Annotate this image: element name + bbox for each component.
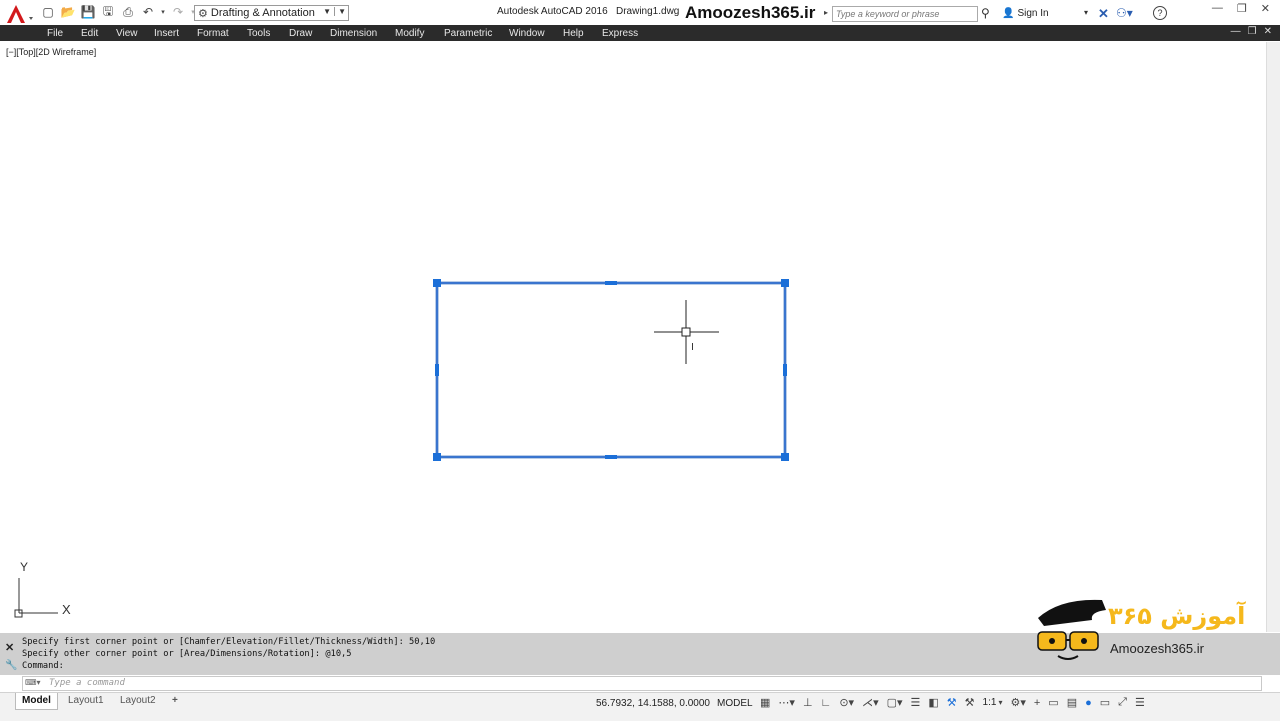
- close-icon[interactable]: ✕: [1261, 2, 1270, 15]
- scale-dropdown-icon[interactable]: ▾: [998, 698, 1002, 707]
- vertical-scrollbar[interactable]: [1266, 42, 1280, 632]
- binoculars-icon[interactable]: ⚲: [981, 6, 990, 20]
- command-close-icon[interactable]: ✕: [5, 641, 14, 654]
- redo-icon[interactable]: ↷: [170, 4, 186, 20]
- document-title: Drawing1.dwg: [616, 6, 680, 17]
- menu-insert[interactable]: Insert: [154, 28, 179, 39]
- infer-constraints-icon[interactable]: ⊥: [803, 696, 813, 709]
- menu-edit[interactable]: Edit: [81, 28, 98, 39]
- doc-close-icon[interactable]: ✕: [1264, 26, 1272, 37]
- sign-in-dropdown-icon[interactable]: ▾: [1084, 8, 1088, 17]
- drawing-canvas[interactable]: [3, 42, 1267, 632]
- osnap-icon[interactable]: ▢▾: [887, 696, 903, 709]
- plot-icon[interactable]: ⎙: [120, 4, 136, 20]
- command-history: Specify first corner point or [Chamfer/E…: [22, 636, 435, 672]
- tab-layout1[interactable]: Layout1: [62, 693, 110, 709]
- menu-window[interactable]: Window: [509, 28, 545, 39]
- app-title: Autodesk AutoCAD 2016: [497, 6, 608, 17]
- units-icon[interactable]: ▭: [1048, 696, 1058, 709]
- a360-icon[interactable]: ⚇▾: [1116, 6, 1133, 20]
- workspace-dropdown[interactable]: ⚙ Drafting & Annotation ▼ ▼: [194, 5, 349, 21]
- minimize-icon[interactable]: —: [1212, 2, 1223, 15]
- chevron-down-icon: ▼: [323, 7, 331, 16]
- gear-icon: ⚙: [198, 7, 208, 20]
- command-input[interactable]: Type a command: [22, 676, 1262, 691]
- hardware-acceleration-icon[interactable]: ▭: [1100, 696, 1110, 709]
- menu-draw[interactable]: Draw: [289, 28, 312, 39]
- viewport-controls[interactable]: [−][Top][2D Wireframe]: [6, 47, 96, 57]
- command-prompt-icon[interactable]: ⌨▾: [25, 678, 41, 687]
- save-icon[interactable]: 💾: [80, 4, 96, 20]
- customization-icon[interactable]: ☰: [1135, 696, 1145, 709]
- sign-in-label: Sign In: [1017, 8, 1049, 19]
- clean-screen-icon[interactable]: ⤢: [1118, 696, 1127, 709]
- menu-dimension[interactable]: Dimension: [330, 28, 377, 39]
- sign-in-button[interactable]: 👤 Sign In: [1002, 8, 1049, 19]
- status-bar: Model Layout1 Layout2 + 56.7932, 14.1588…: [0, 692, 1280, 721]
- polar-icon[interactable]: ⊙▾: [839, 696, 854, 709]
- logo-latin-text: Amoozesh365.ir: [1110, 641, 1204, 656]
- menu-help[interactable]: Help: [563, 28, 584, 39]
- tab-model[interactable]: Model: [15, 693, 58, 710]
- ucs-y-label: Y: [20, 560, 29, 574]
- doc-restore-icon[interactable]: ❐: [1248, 26, 1257, 37]
- menu-modify[interactable]: Modify: [395, 28, 424, 39]
- menu-express[interactable]: Express: [602, 28, 638, 39]
- command-history-line: Specify first corner point or [Chamfer/E…: [22, 637, 436, 647]
- workspace-label: Drafting & Annotation: [210, 7, 315, 19]
- wrench-icon[interactable]: 🔧: [5, 660, 17, 671]
- open-icon[interactable]: 📂: [60, 4, 76, 20]
- command-history-line: Command:: [22, 661, 64, 671]
- doc-minimize-icon[interactable]: —: [1231, 26, 1241, 37]
- isolate-objects-icon[interactable]: ●: [1085, 697, 1092, 709]
- exchange-apps-icon[interactable]: ✕: [1098, 6, 1109, 22]
- menu-tools[interactable]: Tools: [247, 28, 270, 39]
- annotation-monitor-icon[interactable]: +: [1034, 697, 1040, 709]
- annotation-visibility-icon[interactable]: ⚒: [947, 696, 957, 709]
- restore-icon[interactable]: ❐: [1237, 2, 1247, 15]
- watermark-text: Amoozesh365.ir: [685, 3, 816, 22]
- grid-icon[interactable]: ▦: [760, 696, 770, 709]
- save-as-icon[interactable]: 🖫: [100, 4, 116, 20]
- window-controls: — ❐ ✕: [1212, 2, 1270, 15]
- search-input[interactable]: Type a keyword or phrase: [832, 6, 978, 22]
- logo-persian-text: آموزش ۳۶۵: [1108, 601, 1246, 630]
- snap-icon[interactable]: ⋯▾: [778, 696, 795, 709]
- search-expand-icon[interactable]: ▸: [824, 8, 828, 17]
- quick-properties-icon[interactable]: ▤: [1067, 696, 1077, 709]
- add-layout-icon[interactable]: +: [166, 693, 184, 709]
- user-icon: 👤: [1002, 8, 1015, 19]
- annotation-scale[interactable]: 1:1: [983, 697, 997, 708]
- auto-scale-icon[interactable]: ⚒: [965, 696, 975, 709]
- workspace-switch-icon[interactable]: ⚙▾: [1010, 696, 1025, 709]
- status-toggles: ▦ ⋯▾ ⊥ ∟ ⊙▾ ⋌▾ ▢▾ ☰ ◧ ⚒ ⚒ 1:1 ▾ ⚙▾ + ▭ ▤…: [760, 696, 1145, 709]
- autocad-logo-icon: [7, 5, 33, 23]
- customize-qat-icon[interactable]: ▼: [334, 7, 346, 16]
- title-bar: ▢ 📂 💾 🖫 ⎙ ↶ ▾ ↷ ▾ ⚙ Drafting & Annotatio…: [0, 0, 1280, 26]
- command-history-line: Specify other corner point or [Area/Dime…: [22, 649, 352, 659]
- undo-dropdown-icon[interactable]: ▾: [160, 4, 166, 20]
- menu-view[interactable]: View: [116, 28, 138, 39]
- tab-layout2[interactable]: Layout2: [114, 693, 162, 709]
- menu-bar: File Edit View Insert Format Tools Draw …: [0, 25, 1280, 41]
- menu-parametric[interactable]: Parametric: [444, 28, 492, 39]
- application-menu-button[interactable]: [3, 3, 35, 25]
- coordinates-readout[interactable]: 56.7932, 14.1588, 0.0000: [596, 698, 710, 709]
- undo-icon[interactable]: ↶: [140, 4, 156, 20]
- menu-file[interactable]: File: [47, 28, 63, 39]
- isodraft-icon[interactable]: ⋌▾: [862, 696, 879, 709]
- ortho-icon[interactable]: ∟: [821, 697, 832, 709]
- document-window-controls: — ❐ ✕: [1231, 26, 1272, 37]
- transparency-icon[interactable]: ◧: [928, 696, 938, 709]
- help-icon[interactable]: ?: [1153, 6, 1167, 20]
- quick-access-toolbar: ▢ 📂 💾 🖫 ⎙ ↶ ▾ ↷ ▾: [40, 4, 196, 20]
- model-space-toggle[interactable]: MODEL: [717, 698, 753, 709]
- lineweight-icon[interactable]: ☰: [911, 696, 921, 709]
- menu-format[interactable]: Format: [197, 28, 229, 39]
- new-icon[interactable]: ▢: [40, 4, 56, 20]
- ucs-x-label: X: [62, 602, 71, 617]
